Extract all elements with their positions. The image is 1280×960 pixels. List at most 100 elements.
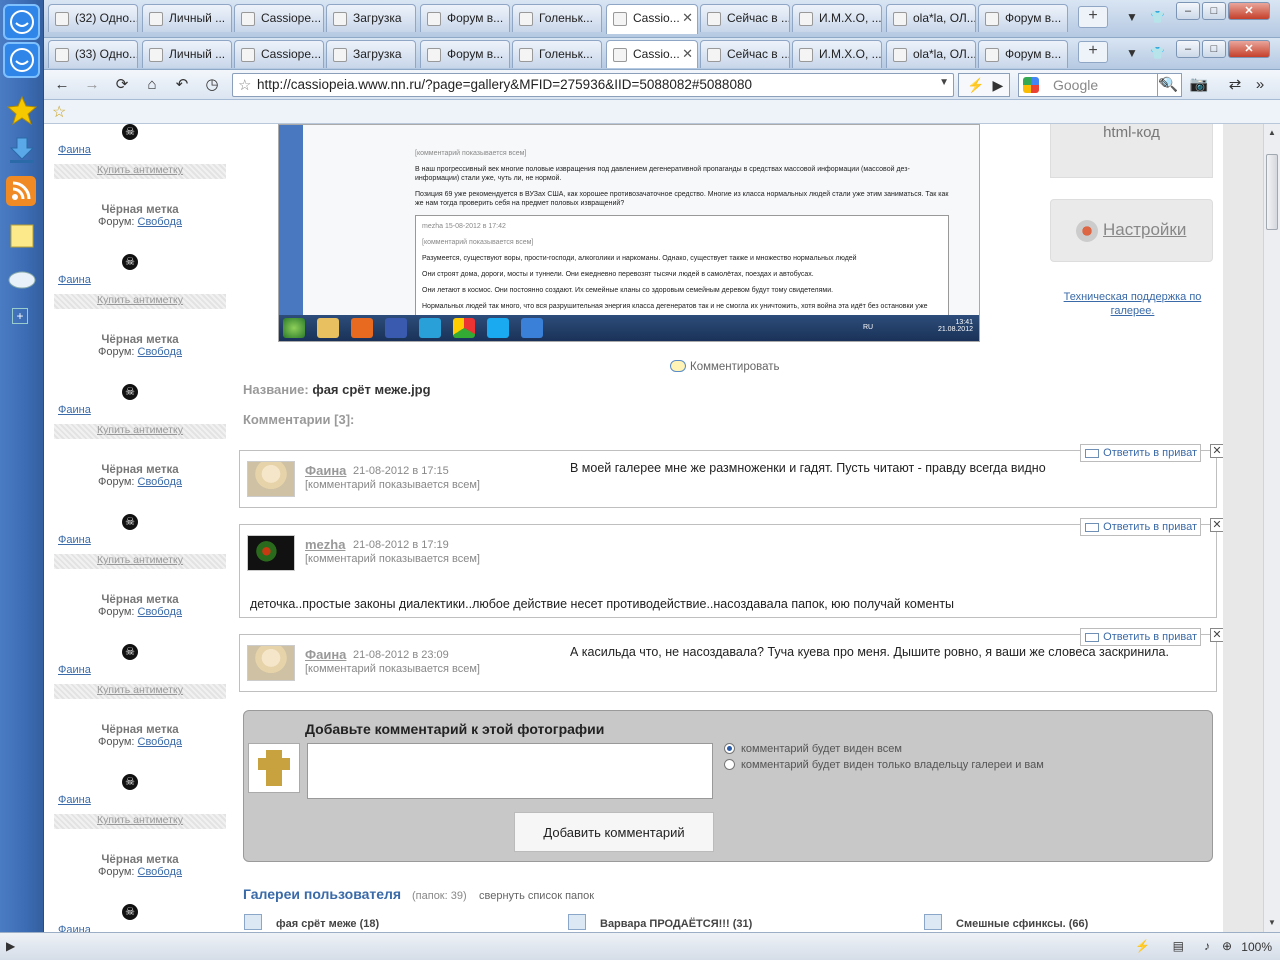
go-arrow-icon[interactable]: ▶ <box>992 77 1003 93</box>
tab[interactable]: И.М.Х.О, ... <box>792 40 882 68</box>
download-icon[interactable] <box>3 132 40 168</box>
user-link[interactable]: Фаина <box>58 144 91 156</box>
buy-antimark-link[interactable]: Купить антиметку <box>54 424 226 439</box>
scroll-up-icon[interactable]: ▲ <box>1266 128 1278 140</box>
new-tab-button[interactable]: + <box>1078 41 1108 63</box>
user-link[interactable]: Фаина <box>58 664 91 676</box>
buy-antimark-link[interactable]: Купить антиметку <box>54 294 226 309</box>
tab[interactable]: Личный ... <box>142 4 232 32</box>
screenshot-icon[interactable]: 📷 <box>1184 76 1214 94</box>
tab[interactable]: Cassiope... <box>234 4 324 32</box>
forum-link[interactable]: Свобода <box>138 476 183 488</box>
tab[interactable]: ola*la, ОЛ... <box>886 4 976 32</box>
rss-icon[interactable] <box>6 176 36 206</box>
zoom-icon[interactable]: ⊕ <box>1222 939 1232 953</box>
maximize-button[interactable]: □ <box>1202 2 1226 20</box>
history-icon[interactable]: ◷ <box>202 76 222 94</box>
forum-link[interactable]: Свобода <box>138 346 183 358</box>
settings-button[interactable]: Настройки <box>1050 199 1213 262</box>
tab[interactable]: Личный ... <box>142 40 232 68</box>
minimize-button[interactable]: – <box>1176 2 1200 20</box>
forum-link[interactable]: Свобода <box>138 866 183 878</box>
close-window-button[interactable]: ✕ <box>1228 2 1270 20</box>
close-window-button[interactable]: ✕ <box>1228 40 1270 58</box>
close-tab-icon[interactable]: ✕ <box>682 10 693 26</box>
gallery-folder[interactable]: Варвара ПРОДАЁТСЯ!!! (31) <box>568 914 752 930</box>
buy-antimark-link[interactable]: Купить антиметку <box>54 164 226 179</box>
reply-private-button[interactable]: Ответить в приват <box>1080 444 1201 462</box>
new-tab-button[interactable]: + <box>1078 6 1108 28</box>
support-link[interactable]: Техническая поддержка по галерее. <box>1060 290 1205 318</box>
tab[interactable]: Голеньк... <box>512 40 602 68</box>
reload-icon[interactable]: ⟳ <box>112 76 132 94</box>
close-icon[interactable]: ✕ <box>1210 518 1224 532</box>
tab[interactable]: Сейчас в ... <box>700 40 790 68</box>
panel-toggle-icon[interactable]: ▶ <box>6 939 15 953</box>
menu-icon[interactable]: » <box>1250 76 1270 94</box>
close-tab-icon[interactable]: ✕ <box>682 46 693 62</box>
tab[interactable]: Форум в... <box>420 40 510 68</box>
add-comment-button[interactable]: Добавить комментарий <box>514 812 714 852</box>
scroll-down-icon[interactable]: ▼ <box>1266 918 1278 930</box>
undo-close-icon[interactable]: ↶ <box>172 76 192 94</box>
tab[interactable]: Форум в... <box>420 4 510 32</box>
tab[interactable]: ola*la, ОЛ... <box>886 40 976 68</box>
tab-active[interactable]: Cassio... ✕ <box>606 40 698 68</box>
visibility-all-radio[interactable]: комментарий будет виден всем <box>724 743 902 755</box>
dropdown-icon[interactable]: ▼ <box>939 77 949 88</box>
tab[interactable]: И.М.Х.О, ... <box>792 4 882 32</box>
comment-author-link[interactable]: Фаина <box>305 647 346 662</box>
address-bar[interactable]: ☆ http://cassiopeia.www.nn.ru/?page=galle… <box>232 73 954 97</box>
smiley-logo-icon[interactable] <box>3 4 40 40</box>
forum-link[interactable]: Свобода <box>138 736 183 748</box>
tab-list-icon[interactable]: ▼ <box>1126 46 1138 60</box>
user-link[interactable]: Фаина <box>58 534 91 546</box>
reply-private-button[interactable]: Ответить в приват <box>1080 518 1201 536</box>
shirt-icon[interactable]: 👕 <box>1150 10 1165 24</box>
bookmarks-star-icon[interactable]: ☆ <box>52 102 66 122</box>
page-icon[interactable]: ▤ <box>1173 939 1184 953</box>
buy-antimark-link[interactable]: Купить антиметку <box>54 554 226 569</box>
notes-icon[interactable] <box>3 218 40 254</box>
user-link[interactable]: Фаина <box>58 274 91 286</box>
scroll-thumb[interactable] <box>1266 154 1278 230</box>
translate-icon[interactable]: ⇄ <box>1220 76 1250 94</box>
comment-textarea[interactable] <box>307 743 713 799</box>
zoom-level[interactable]: 100% <box>1241 940 1272 954</box>
bookmark-star-icon[interactable]: ☆ <box>238 76 251 94</box>
cloud-icon[interactable] <box>3 260 40 296</box>
gallery-photo[interactable]: [комментарий показывается всем] В наш пр… <box>278 124 980 342</box>
tab[interactable]: Голеньк... <box>512 4 602 32</box>
comment-author-link[interactable]: mezha <box>305 537 345 552</box>
forum-link[interactable]: Свобода <box>138 606 183 618</box>
lightning-icon[interactable]: ⚡ <box>967 77 984 93</box>
close-icon[interactable]: ✕ <box>1210 628 1224 642</box>
favorites-star-icon[interactable] <box>3 92 40 128</box>
back-icon[interactable]: ← <box>52 76 72 94</box>
reply-private-button[interactable]: Ответить в приват <box>1080 628 1201 646</box>
gallery-folder[interactable]: фая срёт меже (18) <box>244 914 379 930</box>
tab[interactable]: Сейчас в ... <box>700 4 790 32</box>
user-link[interactable]: Фаина <box>58 404 91 416</box>
add-panel-icon[interactable]: + <box>12 308 28 324</box>
activity-icon[interactable]: ⚡ <box>1135 939 1150 953</box>
tab[interactable]: Форум в... <box>978 4 1068 32</box>
tab[interactable]: Форум в... <box>978 40 1068 68</box>
edit-icon[interactable]: ✎ <box>1154 76 1174 94</box>
visibility-owner-radio[interactable]: комментарий будет виден только владельцу… <box>724 759 1044 771</box>
comment-link[interactable]: Комментировать <box>670 360 780 373</box>
google-icon[interactable] <box>1023 77 1039 93</box>
maximize-button[interactable]: □ <box>1202 40 1226 58</box>
forum-link[interactable]: Свобода <box>138 216 183 228</box>
tab-active[interactable]: Cassio... ✕ <box>606 4 698 34</box>
forward-icon[interactable]: → <box>82 76 102 94</box>
collapse-folders-link[interactable]: свернуть список папок <box>479 890 594 902</box>
user-link[interactable]: Фаина <box>58 794 91 806</box>
tab[interactable]: (32) Одно... <box>48 4 138 32</box>
gallery-folder[interactable]: Смешные сфинксы. (66) <box>924 914 1088 930</box>
html-code-button[interactable]: html-код <box>1050 124 1213 178</box>
tab-list-icon[interactable]: ▼ <box>1126 10 1138 24</box>
buy-antimark-link[interactable]: Купить антиметку <box>54 814 226 829</box>
sound-icon[interactable]: ♪ <box>1204 939 1210 953</box>
buy-antimark-link[interactable]: Купить антиметку <box>54 684 226 699</box>
